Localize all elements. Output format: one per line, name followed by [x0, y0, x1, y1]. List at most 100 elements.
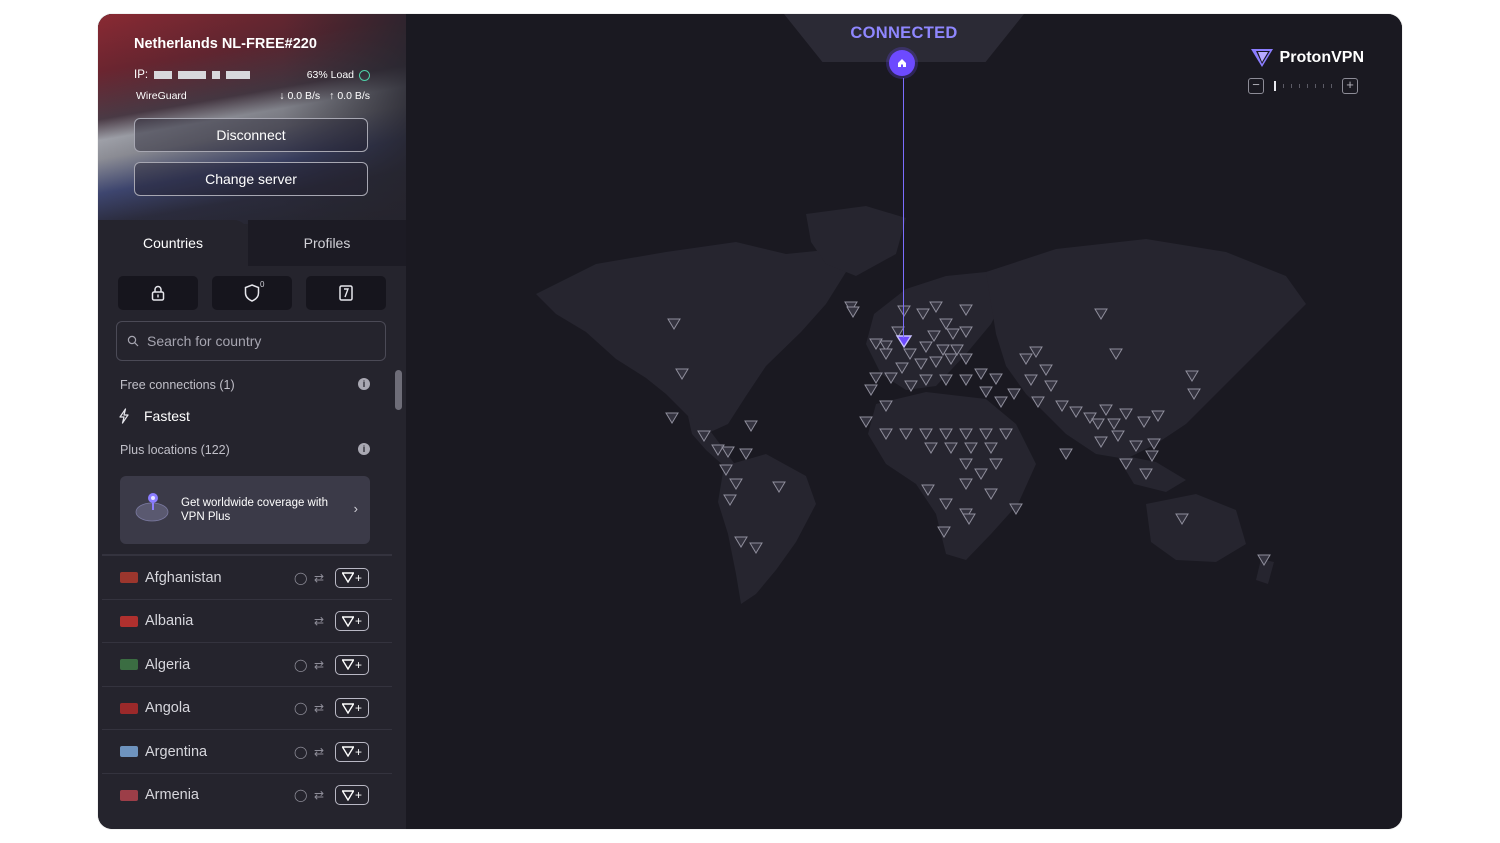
server-name: Netherlands NL-FREE#220: [134, 36, 317, 52]
feature-filters: 0: [118, 276, 386, 310]
continent-north-america: [536, 242, 846, 434]
upgrade-plus-button[interactable]: +: [335, 698, 369, 718]
flag-icon: [120, 572, 138, 583]
sidebar: Netherlands NL-FREE#220 IP: 63% Load Wir…: [98, 14, 406, 829]
continent-africa: [868, 392, 1036, 560]
country-row[interactable]: Afghanistan ◯ ⇄ +: [102, 555, 392, 599]
country-row[interactable]: Algeria ◯ ⇄ +: [102, 642, 392, 686]
secure-core-filter-button[interactable]: [118, 276, 198, 310]
country-row[interactable]: Argentina ◯ ⇄ +: [102, 729, 392, 773]
server-marker[interactable]: [1145, 450, 1159, 462]
upgrade-plus-button[interactable]: +: [335, 611, 369, 631]
server-marker[interactable]: [959, 374, 973, 386]
disconnect-button[interactable]: Disconnect: [134, 118, 368, 152]
country-name: Albania: [145, 613, 194, 629]
server-marker[interactable]: [974, 368, 988, 380]
sidebar-scrollbar[interactable]: [395, 370, 402, 410]
load-text: 63% Load: [306, 69, 354, 81]
netshield-icon: [339, 285, 353, 301]
upgrade-plus-button[interactable]: +: [335, 567, 369, 588]
server-marker[interactable]: [939, 374, 953, 386]
continent-australia: [1146, 494, 1246, 562]
change-server-button[interactable]: Change server: [134, 162, 368, 196]
proton-logo-icon: [341, 572, 354, 583]
globe-icon: ◯: [294, 701, 308, 715]
search-icon: [127, 335, 139, 347]
map-zoom-control: − +: [1248, 78, 1358, 94]
flag-icon: [120, 702, 138, 714]
tab-countries[interactable]: Countries: [98, 220, 248, 266]
download-value: 0.0 B/s: [287, 90, 321, 102]
shield-icon: [244, 284, 260, 302]
flag-icon: [120, 615, 138, 627]
country-name: Algeria: [145, 656, 191, 673]
fastest-label: Fastest: [144, 408, 190, 424]
server-marker[interactable]: [989, 373, 1003, 385]
p2p-icon: ⇄: [314, 614, 325, 628]
p2p-icon: ⇄: [314, 570, 325, 585]
proton-logo-icon: [341, 789, 354, 801]
upgrade-plus-button[interactable]: +: [335, 785, 369, 805]
home-icon[interactable]: [889, 50, 915, 76]
server-marker[interactable]: [959, 353, 973, 365]
server-marker[interactable]: [869, 372, 883, 384]
flag-icon: [120, 789, 138, 801]
proton-logo-icon: [341, 746, 354, 757]
zoom-level-ticks[interactable]: [1274, 81, 1332, 91]
tab-profiles[interactable]: Profiles: [248, 220, 406, 266]
server-marker[interactable]: [979, 386, 993, 398]
proton-logo-icon: [341, 702, 354, 714]
country-row[interactable]: Angola ◯ ⇄ +: [102, 685, 392, 730]
server-load: 63% Load: [307, 69, 370, 81]
country-row[interactable]: Albania ⇄ +: [102, 598, 392, 643]
flag-icon: [120, 659, 138, 670]
upgrade-plus-button[interactable]: +: [335, 654, 369, 675]
server-marker[interactable]: [744, 420, 758, 432]
proton-logo-icon: [341, 659, 354, 670]
p2p-icon: ⇄: [314, 788, 325, 802]
info-icon[interactable]: i: [358, 378, 370, 390]
zoom-in-button[interactable]: +: [1342, 78, 1358, 94]
globe-icon: ◯: [294, 744, 308, 759]
server-marker[interactable]: [739, 448, 753, 460]
bolt-icon: [119, 408, 129, 424]
globe-icon: ◯: [294, 570, 308, 585]
country-row[interactable]: Armenia ◯ ⇄ +: [102, 772, 392, 817]
info-icon[interactable]: i: [358, 443, 370, 455]
load-ring-icon: [359, 69, 370, 81]
streaming-filter-button[interactable]: [306, 276, 386, 310]
server-marker[interactable]: [864, 384, 878, 396]
protonvpn-logo: ProtonVPN: [1250, 47, 1364, 69]
p2p-icon: ⇄: [314, 701, 325, 715]
lock-icon: [151, 285, 165, 301]
free-connections-label: Free connections (1): [120, 378, 235, 392]
plus-locations-label: Plus locations (122): [120, 443, 230, 457]
server-marker[interactable]: [994, 396, 1008, 408]
server-marker[interactable]: [859, 416, 873, 428]
promo-text: Get worldwide coverage with VPN Plus: [181, 497, 329, 523]
country-name: Argentina: [145, 743, 208, 760]
globe-icon: ◯: [294, 788, 308, 802]
search-field[interactable]: Search for country: [116, 321, 386, 361]
server-marker[interactable]: [1007, 388, 1021, 400]
globe-pin-icon: [135, 493, 169, 522]
globe-icon: ◯: [294, 657, 308, 672]
upgrade-promo-banner[interactable]: Get worldwide coverage with VPN Plus ›: [120, 476, 370, 544]
ip-row: IP:: [134, 69, 251, 81]
world-map-shapes: [536, 206, 1306, 604]
brand-name: ProtonVPN: [1279, 49, 1364, 66]
server-marker[interactable]: [1059, 448, 1073, 460]
chevron-right-icon: ›: [353, 501, 358, 516]
server-marker[interactable]: [846, 306, 860, 318]
download-speed: ↓ 0.0 B/s: [279, 90, 320, 102]
upgrade-plus-button[interactable]: +: [335, 741, 369, 762]
proton-logo-icon: [341, 615, 354, 627]
netshield-filter-button[interactable]: 0: [212, 276, 292, 310]
world-map[interactable]: CONNECTED ProtonVPN − +: [406, 14, 1402, 829]
fastest-connection-item[interactable]: Fastest: [118, 408, 190, 424]
zoom-out-button[interactable]: −: [1248, 78, 1264, 94]
server-marker[interactable]: [665, 412, 679, 424]
p2p-icon: ⇄: [314, 744, 325, 759]
continent-south-america: [718, 454, 816, 604]
country-name: Afghanistan: [145, 569, 222, 586]
